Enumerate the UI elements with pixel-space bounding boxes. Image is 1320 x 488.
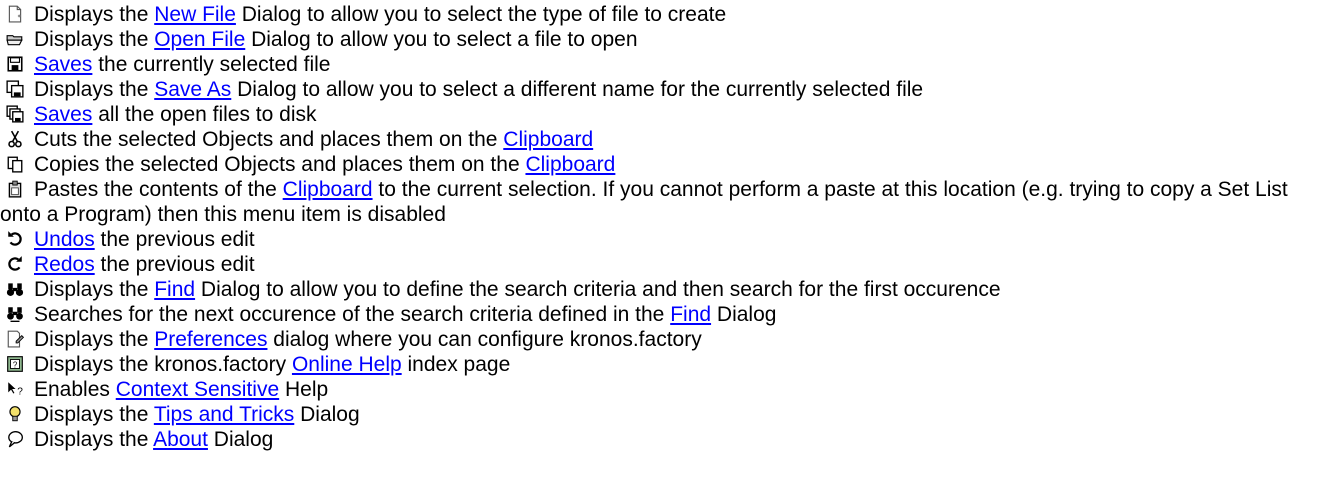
item-text: index page [401,353,511,376]
undo-icon [8,231,22,246]
item-text: Displays the kronos.factory [34,353,292,376]
list-item: ? Displays the kronos.factory Online Hel… [0,352,1320,377]
paste-icon [8,180,22,198]
item-description: Cuts the selected Objects and places the… [0,127,1320,152]
item-description: Copies the selected Objects and places t… [0,152,1320,177]
item-description: Displays the Open File Dialog to allow y… [0,27,1320,52]
item-description: Displays the About Dialog [0,427,1320,452]
item-text: Dialog to allow you to select a file to … [245,28,638,51]
list-item: Displays the New File Dialog to allow yo… [0,2,1320,27]
open-file-link[interactable]: Open File [154,28,245,51]
item-description: Searches for the next occurence of the s… [0,302,1320,327]
item-text: Dialog to allow you to define the search… [195,278,1001,301]
tips-and-tricks-link[interactable]: Tips and Tricks [154,403,294,426]
svg-text:?: ? [17,387,23,398]
item-text: Searches for the next occurence of the s… [34,303,671,326]
item-text: Displays the [34,3,155,26]
item-description: Undos the previous edit [0,227,1320,252]
binoculars-icon [6,283,24,296]
saves-link[interactable]: Saves [34,53,92,76]
list-item: Displays the Open File Dialog to allow y… [0,27,1320,52]
item-text: Displays the [34,428,154,451]
item-text: Dialog [294,403,360,426]
item-text: the previous edit [94,253,255,276]
save-as-icon [6,80,24,98]
item-text: Displays the [34,278,155,301]
find-next-icon [7,307,23,322]
help-book-icon: ? [7,356,23,372]
item-description: Displays the New File Dialog to allow yo… [0,2,1320,27]
redo-icon [8,256,22,271]
list-item: Cuts the selected Objects and places the… [0,127,1320,152]
item-description: Saves all the open files to disk [0,102,1320,127]
item-text: Help [279,378,329,401]
list-item: Pastes the contents of the Clipboard to … [0,177,1320,227]
save-as-link[interactable]: Save As [154,78,231,101]
item-text: Displays the [34,403,154,426]
svg-text:?: ? [13,360,18,369]
list-item: Displays the Save As Dialog to allow you… [0,77,1320,102]
list-item: Displays the Preferences dialog where yo… [0,327,1320,352]
item-description: Displays the Save As Dialog to allow you… [0,77,1320,102]
item-text: all the open files to disk [92,103,317,126]
item-text: Enables [34,378,116,401]
list-item: Redos the previous edit [0,252,1320,277]
item-text: the currently selected file [92,53,331,76]
list-item: Searches for the next occurence of the s… [0,302,1320,327]
preferences-link[interactable]: Preferences [154,328,267,351]
item-text: Displays the [34,78,155,101]
lightbulb-icon [9,406,21,422]
item-description: Displays the Tips and Tricks Dialog [0,402,1320,427]
online-help-link[interactable]: Online Help [292,353,402,376]
speech-bubble-icon [8,431,23,448]
about-link[interactable]: About [153,428,208,451]
clipboard-link[interactable]: Clipboard [283,178,373,201]
open-folder-icon [6,35,23,46]
undos-link[interactable]: Undos [34,228,95,251]
context-sensitive-link[interactable]: Context Sensitive [116,378,279,401]
item-text: Pastes the contents of the [34,178,283,201]
item-text: Cuts the selected Objects and places the… [34,128,504,151]
item-description: Redos the previous edit [0,252,1320,277]
item-text: dialog where you can configure kronos.fa… [267,328,702,351]
list-item: Undos the previous edit [0,227,1320,252]
item-text: Dialog to allow you to select the type o… [235,3,727,26]
clipboard-link[interactable]: Clipboard [503,128,593,151]
scissors-icon [8,130,22,148]
toolbar-reference-list: Displays the New File Dialog to allow yo… [0,0,1320,452]
list-item: Copies the selected Objects and places t… [0,152,1320,177]
item-text: Displays the [34,28,155,51]
list-item: Saves all the open files to disk [0,102,1320,127]
list-item: Displays the About Dialog [0,427,1320,452]
item-text: Copies the selected Objects and places t… [34,153,526,176]
find-link[interactable]: Find [670,303,711,326]
context-help-icon: ? [8,382,23,398]
item-text: Displays the [34,328,155,351]
item-description: Displays the Find Dialog to allow you to… [0,277,1320,302]
saves-all-link[interactable]: Saves [34,103,92,126]
list-item: Displays the Find Dialog to allow you to… [0,277,1320,302]
new-file-link[interactable]: New File [154,3,236,26]
list-item: Displays the Tips and Tricks Dialog [0,402,1320,427]
item-description: Saves the currently selected file [0,52,1320,77]
new-file-icon [8,5,22,23]
item-text: Dialog to allow you to select a differen… [231,78,924,101]
copy-icon [7,156,23,173]
list-item: Saves the currently selected file [0,52,1320,77]
preferences-icon [7,330,24,348]
clipboard-link[interactable]: Clipboard [525,153,615,176]
item-description: Displays the kronos.factory Online Help … [0,352,1320,377]
redos-link[interactable]: Redos [34,253,95,276]
item-text: Dialog [207,428,274,451]
save-all-icon [6,105,24,123]
item-description: Enables Context Sensitive Help [0,377,1320,402]
item-text: Dialog [711,303,777,326]
item-text: the previous edit [94,228,255,251]
list-item: ? Enables Context Sensitive Help [0,377,1320,402]
item-description: Pastes the contents of the Clipboard to … [0,177,1320,227]
item-description: Displays the Preferences dialog where yo… [0,327,1320,352]
find-link[interactable]: Find [154,278,195,301]
save-icon [7,56,23,72]
